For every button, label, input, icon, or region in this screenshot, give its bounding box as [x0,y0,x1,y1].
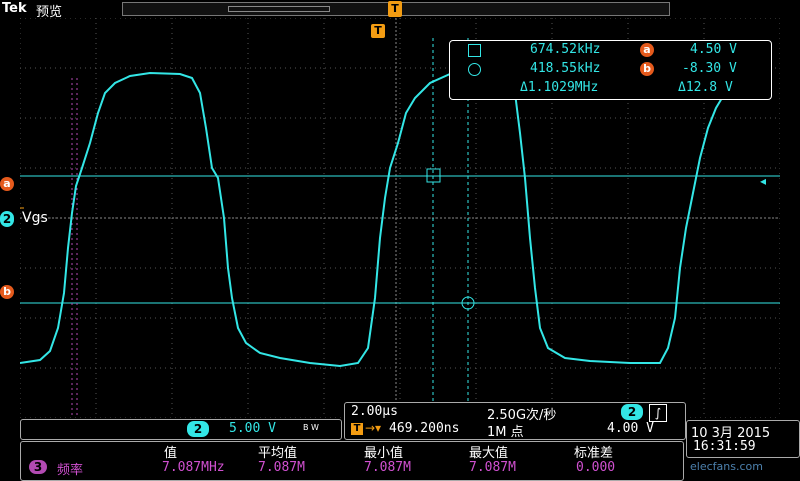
trigger-time-marker[interactable]: T [371,24,385,38]
channel-2-label: Vgs [22,210,48,226]
trigger-position-readout: 469.200ns [389,421,460,436]
cursor-readout-panel: 674.52kHz a 4.50 V 418.55kHz b -8.30 V Δ… [449,40,772,100]
channel-2-waveform [20,70,733,368]
channel-2-scale: 5.00 V [229,421,276,436]
header-max: 最大值 [469,446,509,461]
value-stddev: 0.000 [576,460,616,475]
value-current: 7.087MHz [162,460,225,475]
cursor-b-frequency: 418.55kHz [530,61,601,76]
cursor-delta-voltage: Δ12.8 V [678,80,733,95]
cursor-a-tag: a [640,43,654,57]
timebase-readout: 2.00µs [351,404,398,419]
value-mean: 7.087M [258,460,305,475]
channel-scale-panel[interactable]: 2 5.00 V B W [20,419,342,440]
measurement-name: 频率 [57,463,84,478]
measurement-channel-badge: 3 [29,460,47,474]
horizontal-trigger-panel[interactable]: 2.00µs 2.50G次/秒 T →▾ 469.200ns 1M 点 2 ∫ … [344,402,686,440]
datetime-panel: 10 3月 2015 16:31:59 [686,420,800,458]
header-mean: 平均值 [258,446,298,461]
trigger-source-badge: 2 [621,404,643,420]
trigger-arrow-icon: →▾ [365,421,382,435]
time-readout: 16:31:59 [693,439,756,454]
value-max: 7.087M [469,460,516,475]
square-cursor-icon [468,44,481,57]
channel-2-badge: 2 [187,421,209,437]
cursor-a-voltage: 4.50 V [690,42,737,57]
record-view-window[interactable] [228,6,330,12]
trigger-slope-icon: ∫ [649,404,667,422]
cursor-b-marker[interactable]: b [0,285,14,299]
bandwidth-limit-icon: B W [303,423,319,432]
cursor-delta-frequency: Δ1.1029MHz [520,80,599,95]
cursor-a-marker[interactable]: a [0,177,14,191]
watermark-logo: elecfans.com [690,460,763,473]
record-length-readout: 1M 点 [487,425,524,440]
value-min: 7.087M [364,460,411,475]
trigger-delay-icon: T [351,423,363,435]
cursor-b-voltage: -8.30 V [682,61,737,76]
trigger-level-arrow-icon: ◂ [760,174,767,188]
channel-2-ground-marker[interactable]: 2 [0,211,14,227]
circle-cursor-icon [468,63,481,76]
cursor-b-tag: b [640,62,654,76]
trigger-level-readout: 4.00 V [607,421,654,436]
header-min: 最小值 [364,446,404,461]
trigger-position-marker[interactable]: T [388,1,402,17]
header-stddev: 标准差 [574,446,614,461]
brand-logo: Tek [2,1,27,16]
measurement-panel[interactable]: 3 频率 值 平均值 最小值 最大值 标准差 7.087MHz 7.087M 7… [20,441,684,481]
header-value: 值 [164,446,178,461]
cursor-a-frequency: 674.52kHz [530,42,601,57]
